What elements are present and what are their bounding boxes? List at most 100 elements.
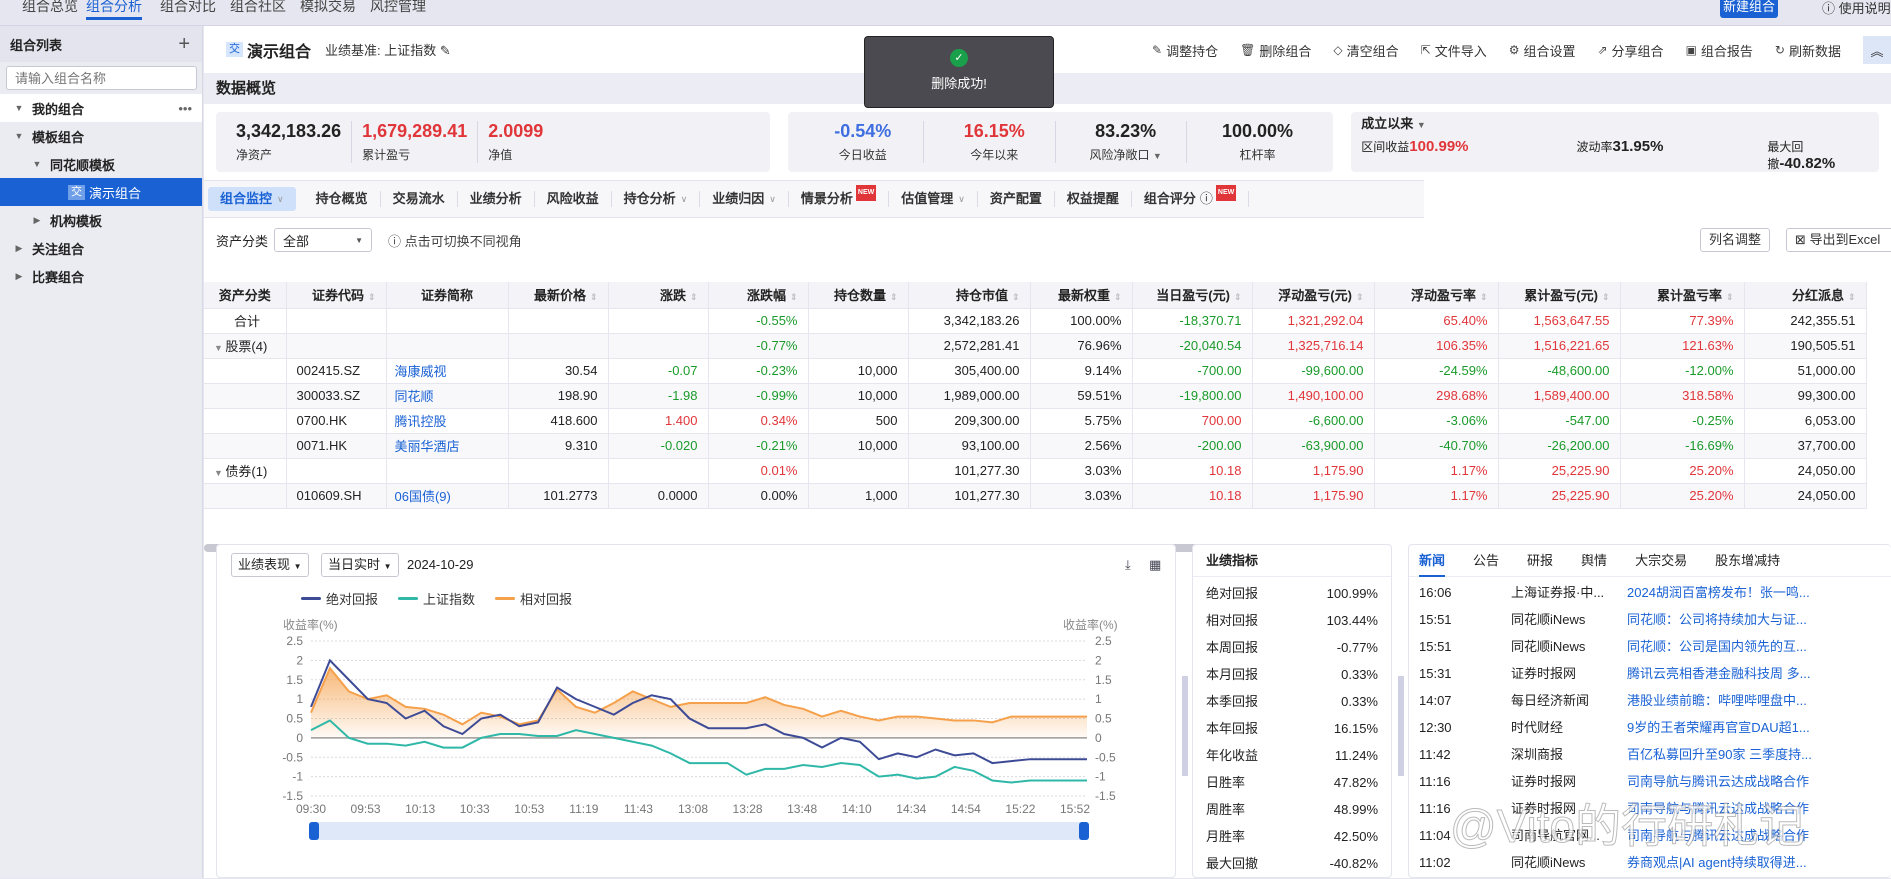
column-header[interactable]: 最新权重⇕ xyxy=(1030,282,1132,308)
tree-item-institution-template[interactable]: ▶机构模板 xyxy=(0,206,202,234)
panel-resize-handle[interactable] xyxy=(1182,676,1188,776)
help-link[interactable]: ⓘ 使用说明 xyxy=(1822,0,1891,17)
export-excel-button[interactable]: ⊠ 导出到Excel xyxy=(1786,228,1891,252)
tree-item-competition[interactable]: ▶比赛组合 xyxy=(0,262,202,290)
subtab-performance[interactable]: 业绩分析 xyxy=(458,191,535,207)
tab-compare[interactable]: 组合对比 xyxy=(160,0,216,20)
tree-item-template-portfolios[interactable]: ▼模板组合 xyxy=(0,122,202,150)
news-tab[interactable]: 舆情 xyxy=(1581,545,1607,577)
news-headline[interactable]: 百亿私募回升至90家 三季度持... xyxy=(1627,741,1827,768)
column-header[interactable]: 涨跌幅⇕ xyxy=(708,282,808,308)
news-headline[interactable]: 同花顺：公司是国内领先的互... xyxy=(1627,633,1827,660)
adjust-holdings-button[interactable]: ✎调整持仓 xyxy=(1152,41,1218,60)
clear-portfolio-button[interactable]: ◇清空组合 xyxy=(1333,41,1398,60)
collapse-header-button[interactable]: ︽ xyxy=(1863,36,1891,64)
cell-name[interactable] xyxy=(386,333,508,358)
panel-resize-handle[interactable] xyxy=(1398,676,1404,776)
news-item[interactable]: 15:31证券时报网腾讯云亮相香港金融科技周 多... xyxy=(1409,660,1891,687)
sort-icon[interactable]: ⇕ xyxy=(1012,292,1020,302)
tree-item-demo-portfolio[interactable]: 交演示组合 xyxy=(0,178,202,206)
group-row[interactable]: ▼ 债券(1)0.01%101,277.303.03%10.181,175.90… xyxy=(204,458,1866,483)
column-header[interactable]: 累计盈亏率⇕ xyxy=(1620,282,1744,308)
sort-icon[interactable]: ⇕ xyxy=(690,292,698,302)
news-headline[interactable]: 腾讯云亮相香港金融科技周 多... xyxy=(1627,660,1827,687)
total-row[interactable]: 合计-0.55%3,342,183.26100.00%-18,370.711,3… xyxy=(204,308,1866,333)
news-tab[interactable]: 公告 xyxy=(1473,545,1499,577)
cell-name[interactable]: 腾讯控股 xyxy=(386,408,508,433)
caret-down-icon[interactable]: ▼ xyxy=(214,468,225,478)
portfolio-report-button[interactable]: ▣组合报告 xyxy=(1686,41,1753,60)
tab-overview[interactable]: 组合总览 xyxy=(22,0,78,20)
subtab-rights-alert[interactable]: 权益提醒 xyxy=(1055,191,1132,207)
subtab-risk-return[interactable]: 风险收益 xyxy=(535,191,612,207)
zoom-slider-handle-left[interactable] xyxy=(309,822,319,840)
news-headline[interactable]: 同花顺：公司将持续加大与证... xyxy=(1627,606,1827,633)
subtab-holdings-analysis[interactable]: 持仓分析∨ xyxy=(612,191,701,207)
tab-analysis[interactable]: 组合分析 xyxy=(86,0,142,20)
sort-icon[interactable]: ⇕ xyxy=(1726,292,1734,302)
column-header[interactable]: 浮动盈亏率⇕ xyxy=(1374,282,1498,308)
period-select[interactable]: 成立以来 ▼ xyxy=(1361,113,1426,132)
news-item[interactable]: 12:30时代财经9岁的王者荣耀再官宣DAU超1... xyxy=(1409,714,1891,741)
news-item[interactable]: 11:42深圳商报百亿私募回升至90家 三季度持... xyxy=(1409,741,1891,768)
zoom-slider-handle-right[interactable] xyxy=(1079,822,1089,840)
subtab-monitor[interactable]: 组合监控∨ xyxy=(208,187,296,211)
news-item[interactable]: 16:06上海证券报·中...2024胡润百富榜发布！张一鸣... xyxy=(1409,579,1891,606)
column-header[interactable]: 分红派息⇕ xyxy=(1744,282,1866,308)
column-header[interactable]: 持仓数量⇕ xyxy=(808,282,908,308)
tree-item-my-portfolios[interactable]: ▼我的组合 ••• xyxy=(0,94,202,122)
portfolio-search-input[interactable] xyxy=(6,66,197,90)
column-header[interactable]: 持仓市值⇕ xyxy=(908,282,1030,308)
subtab-attribution[interactable]: 业绩归因∨ xyxy=(700,191,789,207)
news-tab[interactable]: 股东增减持 xyxy=(1715,545,1780,577)
subtab-allocation[interactable]: 资产配置 xyxy=(978,191,1055,207)
table-row[interactable]: 0071.HK美丽华酒店9.310-0.020-0.21%10,00093,10… xyxy=(204,433,1866,458)
news-tab[interactable]: 大宗交易 xyxy=(1635,545,1687,577)
column-header[interactable]: 累计盈亏(元)⇕ xyxy=(1498,282,1620,308)
cell-name[interactable]: 美丽华酒店 xyxy=(386,433,508,458)
sort-icon[interactable]: ⇕ xyxy=(890,292,898,302)
cell-name[interactable]: 同花顺 xyxy=(386,383,508,408)
sort-icon[interactable]: ⇕ xyxy=(1480,292,1488,302)
asset-class-select[interactable]: 全部▼ xyxy=(274,228,372,252)
metric-exposure[interactable]: 83.23%风险净敞口 ▼ xyxy=(1065,121,1187,163)
column-header[interactable]: 浮动盈亏(元)⇕ xyxy=(1252,282,1374,308)
cell-name[interactable] xyxy=(386,308,508,333)
sort-icon[interactable]: ⇕ xyxy=(1234,292,1242,302)
tree-item-followed[interactable]: ▶关注组合 xyxy=(0,234,202,262)
file-import-button[interactable]: ⇱文件导入 xyxy=(1421,41,1487,60)
subtab-scenario[interactable]: 情景分析NEW xyxy=(789,191,889,207)
portfolio-settings-button[interactable]: ⚙组合设置 xyxy=(1509,41,1576,60)
news-item[interactable]: 14:07每日经济新闻港股业绩前瞻：哔哩哔哩盘中... xyxy=(1409,687,1891,714)
cell-name[interactable]: 06国债(9) xyxy=(386,483,508,508)
cell-name[interactable] xyxy=(386,458,508,483)
sort-icon[interactable]: ⇕ xyxy=(1848,292,1856,302)
news-tab[interactable]: 研报 xyxy=(1527,545,1553,577)
caret-down-icon[interactable]: ▼ xyxy=(214,343,225,353)
column-header[interactable]: 涨跌⇕ xyxy=(608,282,708,308)
sort-icon[interactable]: ⇕ xyxy=(790,292,798,302)
tab-risk[interactable]: 风控管理 xyxy=(370,0,426,20)
tab-sim-trade[interactable]: 模拟交易 xyxy=(300,0,356,20)
delete-portfolio-button[interactable]: 🗑删除组合 xyxy=(1240,41,1311,60)
table-row[interactable]: 010609.SH06国债(9)101.27730.00000.00%1,000… xyxy=(204,483,1866,508)
sort-icon[interactable]: ⇕ xyxy=(368,292,376,302)
sort-icon[interactable]: ⇕ xyxy=(590,292,598,302)
tab-community[interactable]: 组合社区 xyxy=(230,0,286,20)
subtab-holdings-overview[interactable]: 持仓概览 xyxy=(304,191,381,207)
column-header[interactable]: 最新价格⇕ xyxy=(508,282,608,308)
subtab-score[interactable]: 组合评分ⓘNEW xyxy=(1132,191,1249,207)
sort-icon[interactable]: ⇕ xyxy=(1356,292,1364,302)
news-item[interactable]: 15:51同花顺iNews同花顺：公司是国内领先的互... xyxy=(1409,633,1891,660)
news-tab[interactable]: 新闻 xyxy=(1419,545,1445,577)
share-portfolio-button[interactable]: ⇗分享组合 xyxy=(1597,41,1663,60)
news-headline[interactable]: 9岁的王者荣耀再官宣DAU超1... xyxy=(1627,714,1827,741)
sort-icon[interactable]: ⇕ xyxy=(1602,292,1610,302)
new-portfolio-button[interactable]: 新建组合 xyxy=(1720,0,1778,18)
edit-icon[interactable]: ✎ xyxy=(440,43,451,58)
plus-icon[interactable]: + xyxy=(178,33,190,56)
sort-icon[interactable]: ⇕ xyxy=(1114,292,1122,302)
column-adjust-button[interactable]: 列名调整 xyxy=(1700,228,1770,252)
table-row[interactable]: 002415.SZ海康威视30.54-0.07-0.23%10,000305,4… xyxy=(204,358,1866,383)
cell-name[interactable]: 海康威视 xyxy=(386,358,508,383)
